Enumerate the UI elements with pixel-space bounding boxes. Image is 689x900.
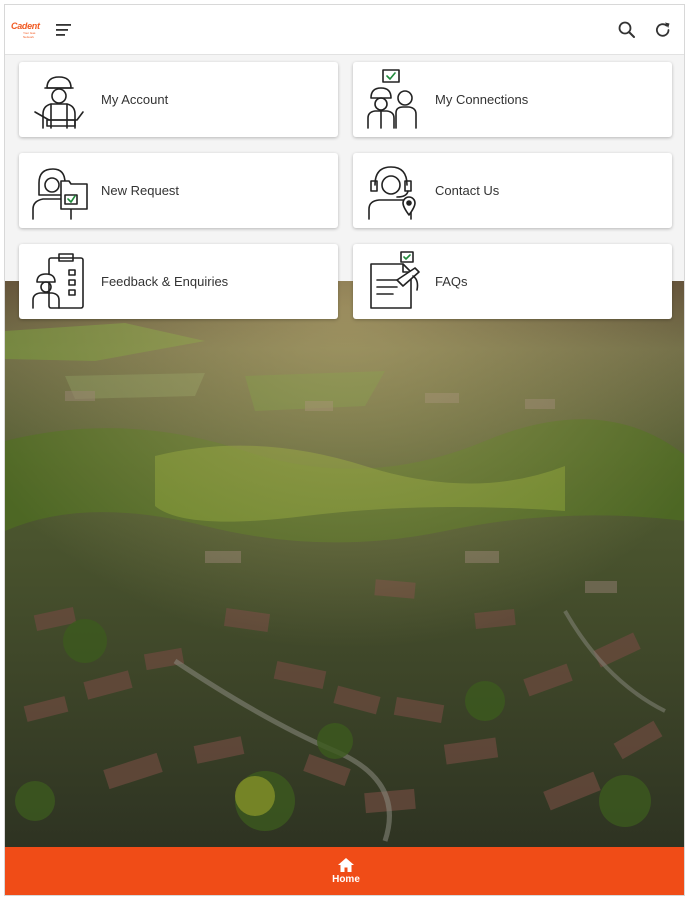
tile-my-account[interactable]: My Account (19, 62, 338, 137)
tile-label: Contact Us (435, 183, 500, 198)
home-tab[interactable]: Home (315, 853, 377, 893)
clipboard-engineer-icon (29, 250, 89, 312)
tile-label: FAQs (435, 274, 468, 289)
tile-label: New Request (101, 183, 180, 198)
top-app-bar: Cadent Your Gas Network (5, 5, 684, 55)
headset-location-icon (363, 159, 423, 221)
tile-label: Feedback & Enquiries (101, 274, 229, 289)
cadent-logo: Cadent Your Gas Network (11, 21, 45, 40)
home-tab-label: Home (332, 874, 360, 885)
tile-label: My Account (101, 92, 169, 107)
app-frame: Cadent Your Gas Network My Account My Co… (4, 4, 685, 896)
document-pen-icon (363, 250, 423, 312)
tile-label: My Connections (435, 92, 529, 107)
hamburger-menu-icon[interactable] (55, 22, 73, 38)
search-icon[interactable] (617, 20, 637, 40)
tile-contact-us[interactable]: Contact Us (353, 153, 672, 228)
engineers-check-icon (363, 68, 423, 130)
tile-feedback-enquiries[interactable]: Feedback & Enquiries (19, 244, 338, 319)
person-folder-icon (29, 159, 89, 221)
aerial-background-image (5, 281, 684, 847)
tile-faqs[interactable]: FAQs (353, 244, 672, 319)
logo-text: Cadent (11, 21, 40, 31)
bottom-nav-bar: Home (5, 847, 684, 895)
engineer-laptop-icon (29, 68, 89, 130)
home-icon (338, 858, 354, 872)
tile-my-connections[interactable]: My Connections (353, 62, 672, 137)
tile-new-request[interactable]: New Request (19, 153, 338, 228)
logo-subtext: Your Gas Network (23, 31, 36, 39)
refresh-icon[interactable] (653, 20, 673, 40)
